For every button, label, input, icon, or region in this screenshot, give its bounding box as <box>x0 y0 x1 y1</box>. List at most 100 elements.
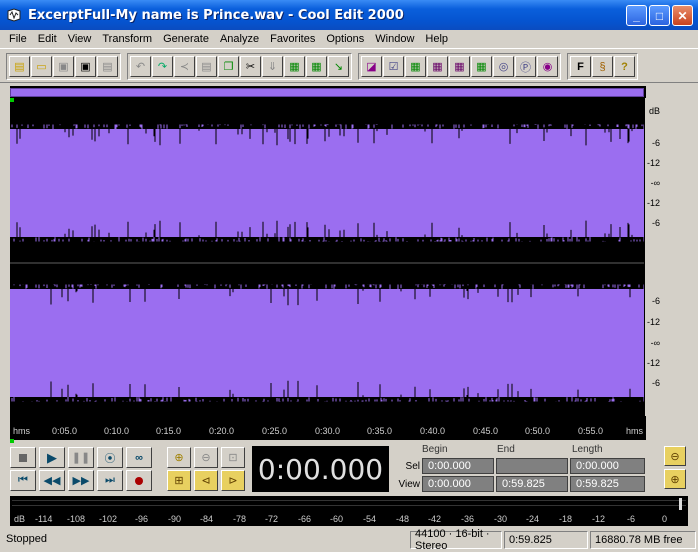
menu-favorites[interactable]: Favorites <box>265 33 321 45</box>
menu-options[interactable]: Options <box>321 33 370 45</box>
paste-button[interactable]: ⇓ <box>262 56 283 77</box>
mix-paste-button[interactable]: ▦ <box>284 56 305 77</box>
copy-icon: ❐ <box>223 61 234 73</box>
view-end-field[interactable]: 0:59.825 <box>496 476 568 492</box>
save-button[interactable]: ▣ <box>53 56 74 77</box>
grid-view-2-button[interactable]: ▦ <box>427 56 448 77</box>
cue-list-button[interactable]: ◎ <box>493 56 514 77</box>
favorites-button[interactable]: F <box>570 56 591 77</box>
go-to-start-button[interactable]: ⏮ <box>10 470 36 491</box>
stop-button[interactable] <box>10 447 36 468</box>
meter-label: -60 <box>330 514 344 524</box>
overview-bar[interactable] <box>10 88 644 97</box>
rewind-button[interactable]: ◀◀ <box>39 470 65 491</box>
save-as-button[interactable]: ▣ <box>75 56 96 77</box>
paste-icon: ⇓ <box>267 61 278 73</box>
loop-button[interactable]: ∞ <box>126 447 152 468</box>
menu-transform[interactable]: Transform <box>97 33 158 45</box>
vertical-zoom-out-button[interactable]: ⊖ <box>664 446 686 466</box>
menu-window[interactable]: Window <box>370 33 420 45</box>
scripts-button[interactable]: § <box>592 56 613 77</box>
menu-help[interactable]: Help <box>420 33 454 45</box>
grid-icon: ▦ <box>454 61 465 73</box>
cd-button[interactable]: ◉ <box>537 56 558 77</box>
spectral-view-button[interactable]: ◪ <box>361 56 382 77</box>
grid-view-3-button[interactable]: ▦ <box>449 56 470 77</box>
play-to-end-button[interactable]: ⦿ <box>97 447 123 468</box>
toolbar: ▤ ▭ ▣ ▣ ▤ ↶ ↷ ≺ ▤ ❐ ✂ ⇓ ▦ ▦ ↘ ◪ ☑ ▦ ▦ ▦ … <box>0 51 698 83</box>
grid-view-4-button[interactable]: ▦ <box>471 56 492 77</box>
paste-new-button[interactable]: ▦ <box>306 56 327 77</box>
begin-header: Begin <box>422 444 448 455</box>
menu-generate[interactable]: Generate <box>158 33 215 45</box>
timeline-tick: 0:25.0 <box>262 426 288 436</box>
help-button[interactable]: ? <box>614 56 635 77</box>
end-marker[interactable] <box>10 439 14 443</box>
grid-view-1-button[interactable]: ▦ <box>405 56 426 77</box>
close-button[interactable]: ✕ <box>672 5 693 26</box>
fast-forward-icon: ▶▶ <box>72 475 90 487</box>
title-bar: ExcerptFull-My name is Prince.wav - Cool… <box>0 0 698 30</box>
zoom-out-button[interactable]: ⊖ <box>194 447 218 468</box>
status-format: 44100 · 16-bit · Stereo <box>410 528 502 552</box>
new-file-button[interactable]: ▤ <box>9 56 30 77</box>
fast-forward-button[interactable]: ▶▶ <box>68 470 94 491</box>
status-free-space: 16880.78 MB free <box>590 531 696 549</box>
timeline-tick: 0:15.0 <box>156 426 182 436</box>
checkbox-view-button[interactable]: ☑ <box>383 56 404 77</box>
status-bar: Stopped 44100 · 16-bit · Stereo 0:59.825… <box>0 528 698 552</box>
copy-button[interactable]: ❐ <box>218 56 239 77</box>
zoom-left-button[interactable]: ⊲ <box>194 470 218 491</box>
menu-analyze[interactable]: Analyze <box>215 33 265 45</box>
copy-new-button[interactable]: ▤ <box>196 56 217 77</box>
play-button[interactable]: ▶ <box>39 447 65 468</box>
menu-file[interactable]: File <box>4 33 33 45</box>
undo-button[interactable]: ↶ <box>130 56 151 77</box>
save-selection-button[interactable]: ▤ <box>97 56 118 77</box>
sel-begin-field[interactable]: 0:00.000 <box>422 458 494 474</box>
trim-button[interactable]: ↘ <box>328 56 349 77</box>
menu-bar: File Edit View Transform Generate Analyz… <box>0 30 698 49</box>
copy-new-icon: ▤ <box>201 61 212 73</box>
play-icon: ▶ <box>47 449 57 465</box>
waveform-display[interactable] <box>10 86 646 440</box>
timeline-tick: 0:40.0 <box>420 426 446 436</box>
trim-icon: ↘ <box>333 61 344 73</box>
scroll-icon: § <box>599 60 606 73</box>
zoom-full-button[interactable]: ⊡ <box>221 447 245 468</box>
zoom-in-button[interactable]: ⊕ <box>167 447 191 468</box>
cut-button[interactable]: ✂ <box>240 56 261 77</box>
start-marker[interactable] <box>10 98 14 102</box>
meter-label: -72 <box>265 514 279 524</box>
sel-length-field[interactable]: 0:00.000 <box>570 458 645 474</box>
vertical-zoom-in-button[interactable]: ⊕ <box>664 469 686 489</box>
record-button[interactable] <box>126 470 152 491</box>
open-file-button[interactable]: ▭ <box>31 56 52 77</box>
view-begin-field[interactable]: 0:00.000 <box>422 476 494 492</box>
zoom-selection-button[interactable]: ⊞ <box>167 470 191 491</box>
repeat-icon: ≺ <box>179 61 190 73</box>
status-state: Stopped <box>6 533 47 545</box>
grid-icon: ▦ <box>476 61 487 73</box>
menu-edit[interactable]: Edit <box>33 33 63 45</box>
meter-label: -6 <box>627 514 636 524</box>
view-length-field[interactable]: 0:59.825 <box>570 476 645 492</box>
pause-button[interactable]: ❚❚ <box>68 447 94 468</box>
sel-end-field[interactable] <box>496 458 568 474</box>
zoom-full-icon: ⊡ <box>228 452 238 464</box>
redo-button[interactable]: ↷ <box>152 56 173 77</box>
ruler-label: -6 <box>651 296 660 306</box>
zoom-right-button[interactable]: ⊳ <box>221 470 245 491</box>
meter-label: -108 <box>67 514 86 524</box>
minimize-button[interactable]: _ <box>626 5 647 26</box>
repeat-button[interactable]: ≺ <box>174 56 195 77</box>
zoom-out-icon: ⊖ <box>201 452 211 464</box>
go-to-end-button[interactable]: ⏭ <box>97 470 123 491</box>
time-ruler[interactable]: hms 0:05.0 0:10.0 0:15.0 0:20.0 0:25.0 0… <box>10 425 646 439</box>
playlist-button[interactable]: Ⓟ <box>515 56 536 77</box>
save-icon: ▣ <box>58 61 69 73</box>
edit-tools: ↶ ↷ ≺ ▤ ❐ ✂ ⇓ ▦ ▦ ↘ <box>127 53 352 80</box>
menu-view[interactable]: View <box>63 33 98 45</box>
maximize-button[interactable]: □ <box>649 5 670 26</box>
spectral-icon: ◪ <box>366 61 377 73</box>
